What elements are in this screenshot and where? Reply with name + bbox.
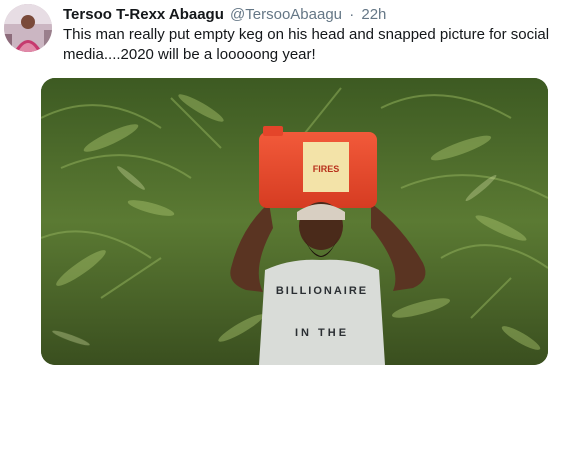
shirt-text-line2: IN THE	[295, 327, 349, 339]
tweet-text: This man really put empty keg on his hea…	[63, 26, 550, 63]
separator-dot: ·	[349, 6, 355, 23]
tweet[interactable]: Tersoo T-Rexx Abaagu @TersooAbaagu · 22h…	[0, 0, 574, 454]
display-name[interactable]: Tersoo T-Rexx Abaagu	[63, 6, 224, 23]
tweet-header: Tersoo T-Rexx Abaagu @TersooAbaagu · 22h	[63, 5, 386, 24]
shirt-text-line1: BILLIONAIRE	[276, 285, 368, 297]
user-handle[interactable]: @TersooAbaagu	[230, 6, 342, 23]
timestamp[interactable]: 22h	[361, 6, 386, 23]
keg-label: FIRES	[313, 164, 340, 174]
tweet-photo[interactable]: FIRES BILLIONAIRE IN THE	[41, 78, 548, 365]
avatar[interactable]	[4, 4, 52, 52]
